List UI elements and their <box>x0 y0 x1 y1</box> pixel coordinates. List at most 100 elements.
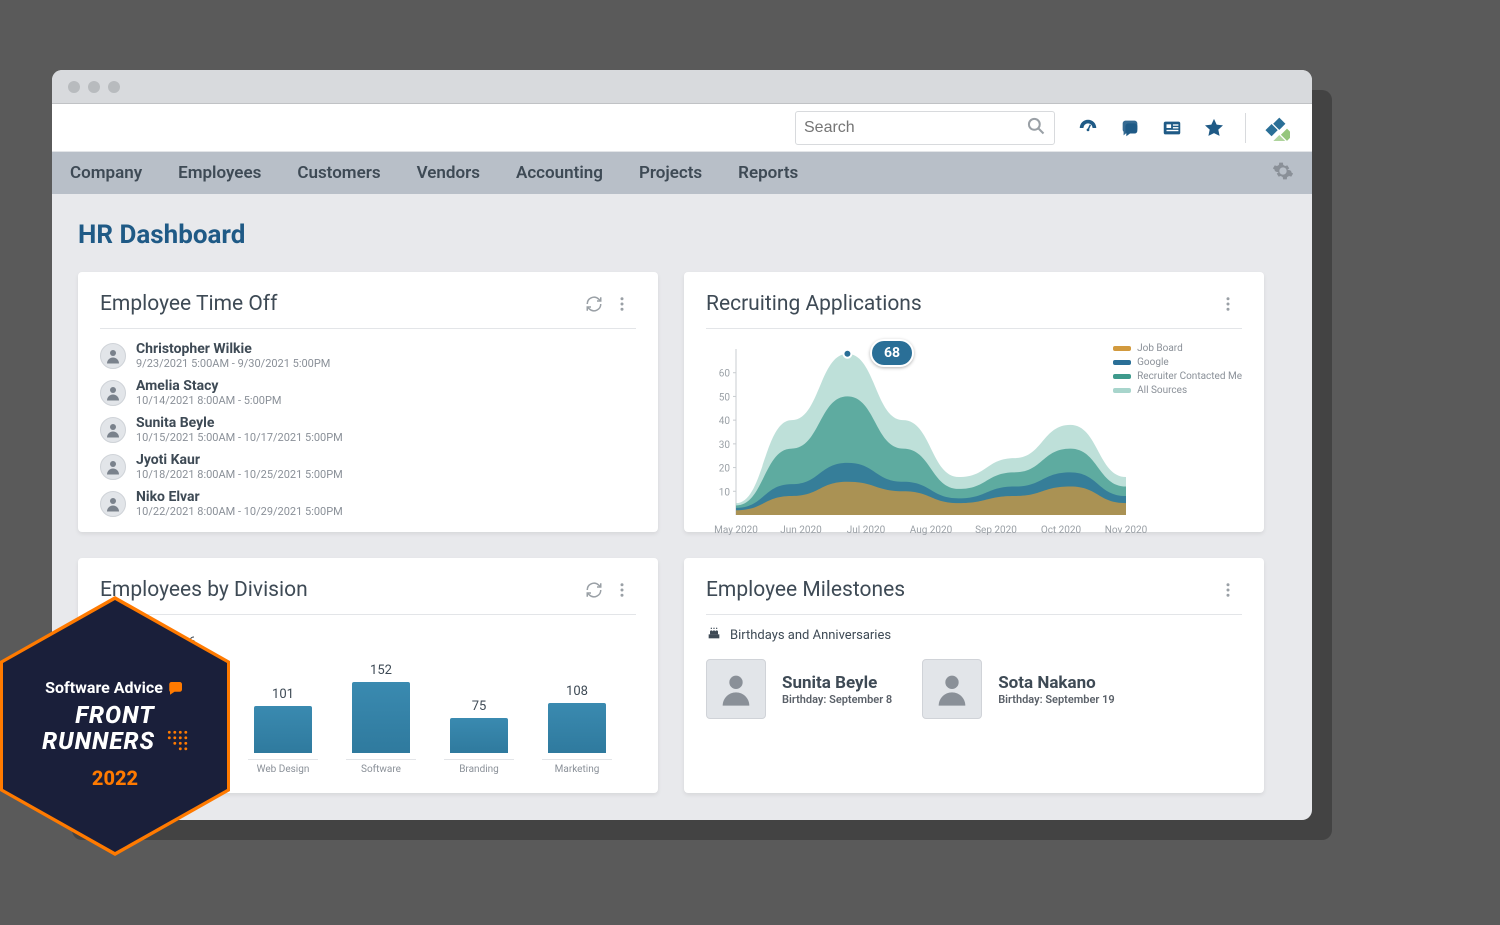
svg-text:40: 40 <box>719 416 731 427</box>
timeoff-time: 10/14/2021 8:00AM - 5:00PM <box>136 394 282 407</box>
bar-rect <box>254 706 312 753</box>
avatar <box>100 417 126 443</box>
bar-column: 152Software <box>346 663 416 775</box>
bar-value: 101 <box>272 687 294 702</box>
legend-item: Job Board <box>1113 343 1242 354</box>
milestone-date: Birthday: September 8 <box>782 693 892 706</box>
main-nav: Company Employees Customers Vendors Acco… <box>52 152 1312 194</box>
card-milestones: Employee Milestones Birthdays and Annive… <box>684 558 1264 793</box>
milestone-date: Birthday: September 19 <box>998 693 1114 706</box>
more-icon[interactable] <box>1214 576 1242 604</box>
svg-text:Jul 2020: Jul 2020 <box>847 525 886 536</box>
content-area: HR Dashboard Employee Time Off Christoph… <box>52 194 1312 819</box>
chat-icon[interactable] <box>1113 111 1147 145</box>
milestone-name: Sunita Beyle <box>782 673 892 693</box>
chart-tooltip: 68 <box>870 339 914 367</box>
legend-item: Google <box>1113 357 1242 368</box>
svg-text:Sep 2020: Sep 2020 <box>975 525 1017 536</box>
bar-label: Software <box>346 759 416 775</box>
nav-reports[interactable]: Reports <box>738 163 798 183</box>
avatar <box>100 343 126 369</box>
card-recruiting: Recruiting Applications 102030405060May … <box>684 272 1264 532</box>
svg-text:Jun 2020: Jun 2020 <box>780 525 822 536</box>
more-icon[interactable] <box>608 576 636 604</box>
nav-vendors[interactable]: Vendors <box>417 163 480 183</box>
traffic-close-icon[interactable] <box>68 81 80 93</box>
search-icon[interactable] <box>1026 116 1046 140</box>
milestone-item[interactable]: Sota NakanoBirthday: September 19 <box>922 659 1114 719</box>
award-badge: Software Advice FRONTRUNNERS 2022 <box>0 596 230 856</box>
bar-label: Web Design <box>248 759 318 775</box>
traffic-zoom-icon[interactable] <box>108 81 120 93</box>
timeoff-item[interactable]: Christopher Wilkie9/23/2021 5:00AM - 9/3… <box>100 339 636 372</box>
timeoff-item[interactable]: Amelia Stacy10/14/2021 8:00AM - 5:00PM <box>100 376 636 409</box>
cake-icon <box>706 625 722 645</box>
svg-text:60: 60 <box>719 369 731 380</box>
bar-column: 75 Branding <box>444 699 514 775</box>
nav-employees[interactable]: Employees <box>178 163 261 183</box>
svg-text:20: 20 <box>719 464 731 475</box>
more-icon[interactable] <box>608 290 636 318</box>
timeoff-name: Niko Elvar <box>136 489 343 505</box>
refresh-icon[interactable] <box>580 576 608 604</box>
recruiting-title: Recruiting Applications <box>706 292 1214 316</box>
traffic-minimize-icon[interactable] <box>88 81 100 93</box>
bar-rect <box>548 703 606 753</box>
timeoff-name: Sunita Beyle <box>136 415 343 431</box>
top-toolbar <box>52 104 1312 152</box>
card-timeoff: Employee Time Off Christopher Wilkie9/23… <box>78 272 658 532</box>
timeoff-name: Christopher Wilkie <box>136 341 330 357</box>
app-logo-icon[interactable] <box>1260 111 1294 145</box>
avatar <box>706 659 766 719</box>
app-window: Company Employees Customers Vendors Acco… <box>52 70 1312 820</box>
bar-value: 108 <box>566 684 588 699</box>
bar-label: Branding <box>444 759 514 775</box>
recruiting-chart: 102030405060May 2020Jun 2020Jul 2020Aug … <box>706 339 1242 539</box>
svg-text:May 2020: May 2020 <box>714 525 758 536</box>
svg-text:Oct 2020: Oct 2020 <box>1041 525 1082 536</box>
bar-value: 75 <box>472 699 487 714</box>
refresh-icon[interactable] <box>580 290 608 318</box>
bar-column: 108 Marketing <box>542 684 612 775</box>
timeoff-item[interactable]: Sunita Beyle10/15/2021 5:00AM - 10/17/20… <box>100 413 636 446</box>
timeoff-list: Christopher Wilkie9/23/2021 5:00AM - 9/3… <box>100 339 636 520</box>
timeoff-time: 10/15/2021 5:00AM - 10/17/2021 5:00PM <box>136 431 343 444</box>
recruiting-legend: Job BoardGoogleRecruiter Contacted MeAll… <box>1113 343 1242 396</box>
avatar <box>922 659 982 719</box>
legend-item: Recruiter Contacted Me <box>1113 371 1242 382</box>
bar-rect <box>450 718 508 753</box>
milestones-subtitle-row: Birthdays and Anniversaries <box>706 625 1242 645</box>
search-box[interactable] <box>795 111 1055 145</box>
settings-gear-icon[interactable] <box>1272 160 1294 187</box>
star-icon[interactable] <box>1197 111 1231 145</box>
timeoff-time: 10/22/2021 8:00AM - 10/29/2021 5:00PM <box>136 505 343 518</box>
nav-accounting[interactable]: Accounting <box>516 163 603 183</box>
svg-text:Nov 2020: Nov 2020 <box>1105 525 1148 536</box>
badge-title: FRONTRUNNERS <box>42 703 188 755</box>
badge-brand: Software Advice <box>45 678 185 697</box>
avatar <box>100 380 126 406</box>
milestones-list: Sunita BeyleBirthday: September 8 Sota Na… <box>706 659 1242 719</box>
badge-year: 2022 <box>92 766 138 790</box>
milestone-name: Sota Nakano <box>998 673 1114 693</box>
timeoff-name: Jyoti Kaur <box>136 452 343 468</box>
toolbar-divider <box>1245 113 1246 143</box>
dashboard-icon[interactable] <box>1071 111 1105 145</box>
bar-label: Marketing <box>542 759 612 775</box>
timeoff-title: Employee Time Off <box>100 292 580 316</box>
nav-projects[interactable]: Projects <box>639 163 702 183</box>
timeoff-item[interactable]: Jyoti Kaur10/18/2021 8:00AM - 10/25/2021… <box>100 450 636 483</box>
badge-dots-icon <box>166 729 188 756</box>
avatar <box>100 491 126 517</box>
milestone-item[interactable]: Sunita BeyleBirthday: September 8 <box>706 659 892 719</box>
nav-company[interactable]: Company <box>70 163 142 183</box>
timeoff-item[interactable]: Niko Elvar10/22/2021 8:00AM - 10/29/2021… <box>100 487 636 520</box>
search-input[interactable] <box>804 119 1026 137</box>
more-icon[interactable] <box>1214 290 1242 318</box>
svg-text:Aug 2020: Aug 2020 <box>910 525 953 536</box>
timeoff-name: Amelia Stacy <box>136 378 282 394</box>
svg-text:10: 10 <box>719 487 731 498</box>
nav-customers[interactable]: Customers <box>297 163 380 183</box>
news-icon[interactable] <box>1155 111 1189 145</box>
page-title: HR Dashboard <box>78 220 1286 250</box>
